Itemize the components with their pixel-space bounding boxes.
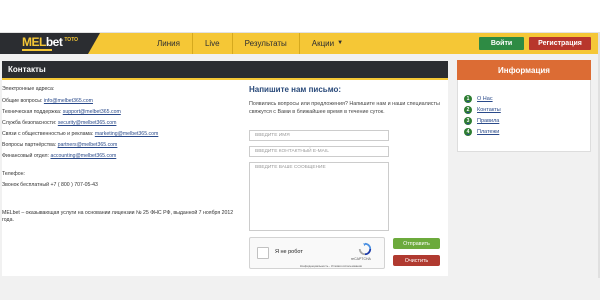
contact-line-general: Общие вопросы: info@melbet365.com <box>2 98 93 104</box>
recaptcha-checkbox[interactable] <box>257 247 269 259</box>
phone-number: Звонок бесплатный +7 ( 800 ) 707-05-43 <box>2 182 98 188</box>
info-link-label: Платежи <box>477 129 500 135</box>
page: MEL bet TOTO Линия Live Результаты Акции… <box>0 0 600 300</box>
info-link-label: Контакты <box>477 107 501 113</box>
nav-item-label: Live <box>204 39 220 48</box>
license-text-line2: года. <box>2 217 14 223</box>
email-link-security[interactable]: security@melbet365.com <box>58 120 117 126</box>
nav-item-label: Линия <box>157 39 180 48</box>
info-link-about[interactable]: 1 О Нас <box>464 95 493 103</box>
email-link-info[interactable]: info@melbet365.com <box>44 98 93 104</box>
info-title: Информация <box>457 60 591 80</box>
number-badge-icon: 2 <box>464 106 472 114</box>
recaptcha-widget: Я не робот reCAPTCHA Конфиденциальность … <box>249 237 385 269</box>
info-panel <box>457 80 591 152</box>
clear-button[interactable]: Очистить <box>393 255 440 266</box>
contact-label: Общие вопросы: <box>2 98 44 104</box>
nav-item-results[interactable]: Результаты <box>231 33 299 54</box>
email-input[interactable]: ВВЕДИТЕ КОНТАКТНЫЙ E-MAIL <box>249 146 389 157</box>
contact-line-marketing: Связи с общественностью и реклама: marke… <box>2 131 158 137</box>
logo-toto-text: TOTO <box>64 37 79 43</box>
form-description: Появились вопросы или предложения? Напиш… <box>249 101 440 115</box>
name-input[interactable]: ВВЕДИТЕ ИМЯ <box>249 130 389 141</box>
phone-heading: Телефон: <box>2 171 25 177</box>
contact-line-partners: Вопросы партнёрства: partners@melbet365.… <box>2 142 117 148</box>
email-link-accounting[interactable]: accounting@melbet365.com <box>50 153 116 159</box>
caret-down-icon: ▼ <box>337 40 344 46</box>
nav-item-line[interactable]: Линия <box>145 33 192 54</box>
contact-label: Финансовый отдел: <box>2 153 51 159</box>
info-link-label: О Нас <box>477 96 493 102</box>
register-button[interactable]: Регистрация <box>529 37 591 50</box>
logo-bet-text: bet <box>45 35 63 49</box>
email-link-marketing[interactable]: marketing@melbet365.com <box>95 131 159 137</box>
info-link-label: Правила <box>477 118 500 124</box>
number-badge-icon: 4 <box>464 128 472 136</box>
info-link-rules[interactable]: 3 Правила <box>464 117 499 125</box>
recaptcha-links[interactable]: Конфиденциальность - Условия использован… <box>300 264 362 268</box>
recaptcha-icon <box>358 242 372 256</box>
nav-item-live[interactable]: Live <box>191 33 232 54</box>
logo-mel-text: MEL <box>22 35 46 49</box>
contact-label: Связи с общественностью и реклама: <box>2 131 95 137</box>
form-title: Напишите нам письмо: <box>249 85 342 94</box>
contact-line-accounting: Финансовый отдел: accounting@melbet365.c… <box>2 153 116 159</box>
info-link-payments[interactable]: 4 Платежи <box>464 128 499 136</box>
contact-label: Служба безопасности: <box>2 120 58 126</box>
message-textarea[interactable]: ВВЕДИТЕ ВАШЕ СООБЩЕНИЕ <box>249 162 389 231</box>
nav-item-promotions[interactable]: Акции ▼ <box>298 33 355 54</box>
email-link-support[interactable]: support@melbet365.com <box>63 109 121 115</box>
logo-stripe <box>22 49 52 51</box>
top-strip <box>0 0 600 33</box>
main-nav: Линия Live Результаты Акции ▼ <box>145 33 355 54</box>
contact-line-security: Служба безопасности: security@melbet365.… <box>2 120 116 126</box>
emails-heading-text: Электронные адреса: <box>2 86 55 92</box>
contacts-title: Контакты <box>2 61 448 78</box>
recaptcha-label: Я не робот <box>275 249 303 255</box>
license-text-line1: MELbet – оказывающая услуги на основании… <box>2 210 234 216</box>
send-button[interactable]: Отправить <box>393 238 440 249</box>
contact-label: Техническая поддержка: <box>2 109 63 115</box>
nav-item-label: Результаты <box>244 39 287 48</box>
recaptcha-brand: reCAPTCHA <box>351 257 371 261</box>
number-badge-icon: 1 <box>464 95 472 103</box>
number-badge-icon: 3 <box>464 117 472 125</box>
contact-label: Вопросы партнёрства: <box>2 142 58 148</box>
nav-item-label: Акции <box>311 39 335 48</box>
info-link-contacts[interactable]: 2 Контакты <box>464 106 501 114</box>
email-link-partners[interactable]: partners@melbet365.com <box>58 142 118 148</box>
login-button[interactable]: Войти <box>479 37 524 50</box>
contact-line-support: Техническая поддержка: support@melbet365… <box>2 109 121 115</box>
emails-heading: Электронные адреса: <box>2 86 54 92</box>
